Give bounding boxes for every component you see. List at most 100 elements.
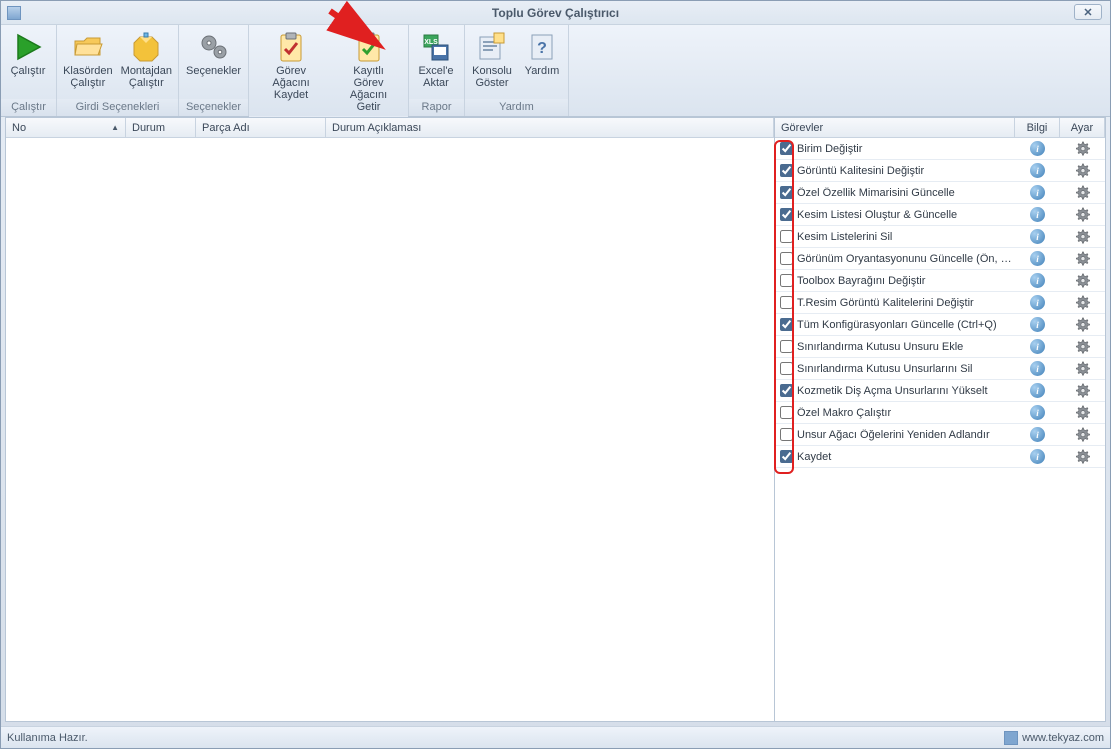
task-settings-button[interactable] bbox=[1060, 449, 1105, 464]
task-info-button[interactable]: i bbox=[1015, 207, 1060, 222]
task-label[interactable]: Tüm Konfigürasyonları Güncelle (Ctrl+Q) bbox=[797, 319, 1015, 331]
info-icon: i bbox=[1030, 229, 1045, 244]
task-label[interactable]: Özel Özellik Mimarisini Güncelle bbox=[797, 187, 1015, 199]
task-label[interactable]: Unsur Ağacı Öğelerini Yeniden Adlandır bbox=[797, 429, 1015, 441]
from-assembly-button[interactable]: Montajdan Çalıştır bbox=[117, 27, 176, 99]
task-checkbox[interactable] bbox=[780, 406, 793, 419]
task-settings-button[interactable] bbox=[1060, 207, 1105, 222]
task-info-button[interactable]: i bbox=[1015, 141, 1060, 156]
task-info-button[interactable]: i bbox=[1015, 229, 1060, 244]
gear-icon bbox=[1075, 229, 1090, 244]
app-window: Toplu Görev Çalıştırıcı ✕ Çalıştır Çalış… bbox=[0, 0, 1111, 749]
task-info-button[interactable]: i bbox=[1015, 185, 1060, 200]
status-bar: Kullanıma Hazır. www.tekyaz.com bbox=[1, 726, 1110, 748]
task-label[interactable]: T.Resim Görüntü Kalitelerini Değiştir bbox=[797, 297, 1015, 309]
task-checkbox[interactable] bbox=[780, 340, 793, 353]
gear-icon bbox=[1075, 273, 1090, 288]
col-bilgi[interactable]: Bilgi bbox=[1015, 118, 1060, 137]
task-checkbox[interactable] bbox=[780, 428, 793, 441]
task-settings-button[interactable] bbox=[1060, 251, 1105, 266]
task-label[interactable]: Özel Makro Çalıştır bbox=[797, 407, 1015, 419]
task-label[interactable]: Sınırlandırma Kutusu Unsurlarını Sil bbox=[797, 363, 1015, 375]
task-checkbox[interactable] bbox=[780, 142, 793, 155]
task-info-button[interactable]: i bbox=[1015, 317, 1060, 332]
load-task-tree-button[interactable]: Kayıtlı Görev Ağacını Getir bbox=[331, 27, 406, 116]
task-label[interactable]: Görüntü Kalitesini Değiştir bbox=[797, 165, 1015, 177]
task-checkbox[interactable] bbox=[780, 450, 793, 463]
close-button[interactable]: ✕ bbox=[1074, 4, 1102, 20]
task-label[interactable]: Kaydet bbox=[797, 451, 1015, 463]
task-checkbox-cell bbox=[775, 274, 797, 287]
task-info-button[interactable]: i bbox=[1015, 163, 1060, 178]
status-link[interactable]: www.tekyaz.com bbox=[1004, 731, 1104, 745]
task-settings-button[interactable] bbox=[1060, 141, 1105, 156]
task-checkbox[interactable] bbox=[780, 274, 793, 287]
task-settings-button[interactable] bbox=[1060, 339, 1105, 354]
task-settings-button[interactable] bbox=[1060, 317, 1105, 332]
task-info-button[interactable]: i bbox=[1015, 405, 1060, 420]
task-label[interactable]: Görünüm Oryantasyonunu Güncelle (Ön, Sağ… bbox=[797, 253, 1015, 265]
task-row: Görüntü Kalitesini Değiştiri bbox=[775, 160, 1105, 182]
col-ayar[interactable]: Ayar bbox=[1060, 118, 1105, 137]
task-settings-button[interactable] bbox=[1060, 405, 1105, 420]
task-checkbox[interactable] bbox=[780, 230, 793, 243]
task-settings-button[interactable] bbox=[1060, 427, 1105, 442]
gear-icon bbox=[1075, 339, 1090, 354]
task-settings-button[interactable] bbox=[1060, 185, 1105, 200]
gear-icon bbox=[1075, 361, 1090, 376]
clipboard-save-icon bbox=[275, 31, 307, 63]
content-area: No▲ Durum Parça Adı Durum Açıklaması Gör… bbox=[5, 117, 1106, 722]
task-label[interactable]: Sınırlandırma Kutusu Unsuru Ekle bbox=[797, 341, 1015, 353]
task-info-button[interactable]: i bbox=[1015, 427, 1060, 442]
task-checkbox[interactable] bbox=[780, 296, 793, 309]
task-settings-button[interactable] bbox=[1060, 383, 1105, 398]
task-info-button[interactable]: i bbox=[1015, 295, 1060, 310]
task-checkbox[interactable] bbox=[780, 384, 793, 397]
task-info-button[interactable]: i bbox=[1015, 339, 1060, 354]
task-settings-button[interactable] bbox=[1060, 361, 1105, 376]
task-settings-button[interactable] bbox=[1060, 229, 1105, 244]
task-checkbox[interactable] bbox=[780, 252, 793, 265]
info-icon: i bbox=[1030, 449, 1045, 464]
task-label[interactable]: Kesim Listesi Oluştur & Güncelle bbox=[797, 209, 1015, 221]
task-label[interactable]: Kesim Listelerini Sil bbox=[797, 231, 1015, 243]
task-info-button[interactable]: i bbox=[1015, 449, 1060, 464]
task-label[interactable]: Kozmetik Diş Açma Unsurlarını Yükselt bbox=[797, 385, 1015, 397]
ribbon-group-label: Girdi Seçenekleri bbox=[57, 99, 178, 116]
show-console-button[interactable]: Konsolu Göster bbox=[467, 27, 517, 99]
col-durum[interactable]: Durum bbox=[126, 118, 196, 137]
gear-icon bbox=[1075, 295, 1090, 310]
gear-icon bbox=[1075, 405, 1090, 420]
col-parca[interactable]: Parça Adı bbox=[196, 118, 326, 137]
site-icon bbox=[1004, 731, 1018, 745]
task-info-button[interactable]: i bbox=[1015, 383, 1060, 398]
task-label[interactable]: Toolbox Bayrağını Değiştir bbox=[797, 275, 1015, 287]
col-aciklama[interactable]: Durum Açıklaması bbox=[326, 118, 774, 137]
col-gorevler[interactable]: Görevler bbox=[775, 118, 1015, 137]
task-label[interactable]: Birim Değiştir bbox=[797, 143, 1015, 155]
save-task-tree-button[interactable]: Görev Ağacını Kaydet bbox=[251, 27, 331, 116]
task-settings-button[interactable] bbox=[1060, 295, 1105, 310]
options-button[interactable]: Seçenekler bbox=[181, 27, 246, 99]
task-settings-button[interactable] bbox=[1060, 163, 1105, 178]
task-checkbox[interactable] bbox=[780, 362, 793, 375]
task-checkbox[interactable] bbox=[780, 208, 793, 221]
export-excel-button[interactable]: XLS Excel'e Aktar bbox=[411, 27, 461, 99]
ribbon-group-label: Rapor bbox=[409, 99, 464, 116]
gear-icon bbox=[1075, 207, 1090, 222]
task-checkbox[interactable] bbox=[780, 186, 793, 199]
col-no[interactable]: No▲ bbox=[6, 118, 126, 137]
task-settings-button[interactable] bbox=[1060, 273, 1105, 288]
task-checkbox[interactable] bbox=[780, 164, 793, 177]
from-folder-button[interactable]: Klasörden Çalıştır bbox=[59, 27, 117, 99]
task-checkbox-cell bbox=[775, 340, 797, 353]
task-checkbox[interactable] bbox=[780, 318, 793, 331]
help-icon: ? bbox=[526, 31, 558, 63]
task-info-button[interactable]: i bbox=[1015, 251, 1060, 266]
task-info-button[interactable]: i bbox=[1015, 273, 1060, 288]
info-icon: i bbox=[1030, 141, 1045, 156]
help-button[interactable]: ? Yardım bbox=[517, 27, 567, 99]
app-icon bbox=[7, 6, 21, 20]
run-button[interactable]: Çalıştır bbox=[3, 27, 53, 99]
task-info-button[interactable]: i bbox=[1015, 361, 1060, 376]
